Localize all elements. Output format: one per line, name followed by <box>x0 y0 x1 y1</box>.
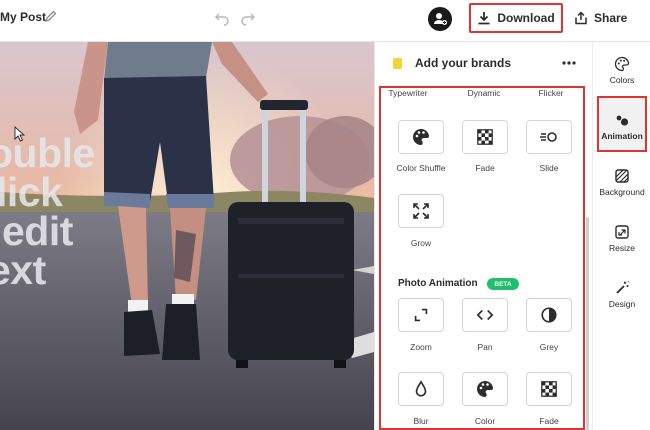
anim-label-dynamic[interactable]: Dynamic <box>454 88 514 98</box>
anim-tile-grow[interactable] <box>398 194 444 228</box>
rail-label: Background <box>599 187 645 197</box>
anim-label: Color Shuffle <box>396 163 446 173</box>
rail-label: Resize <box>609 243 635 253</box>
animation-icon <box>616 115 629 126</box>
anim-tile-zoom[interactable] <box>398 298 444 332</box>
palette-outline-icon <box>614 56 630 72</box>
download-label: Download <box>497 11 555 25</box>
anim-label: Slide <box>539 163 559 173</box>
half-circle-icon <box>541 307 557 323</box>
overlay-line: lick <box>0 169 63 215</box>
post-title[interactable]: My Post <box>0 10 46 24</box>
undo-icon[interactable] <box>214 10 230 26</box>
overlay-line: ext <box>0 247 46 293</box>
rail-item-resize[interactable]: Resize <box>593 224 650 253</box>
panel-title[interactable]: Add your brands <box>415 56 511 70</box>
slide-icon <box>540 132 557 142</box>
more-options-icon[interactable] <box>561 56 577 70</box>
anim-tile-blur[interactable] <box>398 372 444 406</box>
panel-scrollbar[interactable] <box>586 217 589 430</box>
resize-icon <box>615 225 629 239</box>
anim-tile-grey[interactable] <box>526 298 572 332</box>
background-hatch-icon <box>615 169 629 183</box>
rail-item-background[interactable]: Background <box>593 168 650 197</box>
anim-label: Grow <box>410 238 432 248</box>
beta-badge: BETA <box>487 278 519 290</box>
rail-item-design[interactable]: Design <box>593 280 650 309</box>
photo-animation-heading: Photo Animation <box>398 278 478 289</box>
rail-label: Colors <box>609 75 635 85</box>
anim-label: Grey <box>539 342 559 352</box>
share-button[interactable]: Share <box>574 7 627 29</box>
checker-icon <box>477 129 493 145</box>
share-icon <box>575 11 587 25</box>
anim-tile-color-shuffle[interactable] <box>398 120 444 154</box>
rail-label: Design <box>608 299 636 309</box>
magic-wand-icon <box>616 281 629 294</box>
anim-label: Color <box>474 416 496 426</box>
user-plus-icon <box>434 13 447 25</box>
redo-icon[interactable] <box>240 10 256 26</box>
anim-label: Fade <box>475 163 495 173</box>
overlay-line: edit <box>2 208 73 254</box>
rail-item-colors[interactable]: Colors <box>593 56 650 85</box>
download-icon <box>478 12 490 25</box>
drop-icon <box>415 380 427 397</box>
animation-options-list[interactable]: Typewriter Dynamic Flicker Color Shuffle… <box>379 86 585 430</box>
anim-tile-fade[interactable] <box>462 120 508 154</box>
share-label: Share <box>594 11 628 25</box>
top-bar: My Post Download Share <box>0 0 650 42</box>
anim-label: Fade <box>539 416 559 426</box>
design-canvas[interactable]: ouble lick edit ext <box>0 42 374 430</box>
palette-icon <box>477 380 493 397</box>
anim-tile-pan[interactable] <box>462 298 508 332</box>
panel-header: Add your brands <box>375 42 593 84</box>
pencil-icon[interactable] <box>44 9 58 23</box>
rail-item-animation[interactable]: Animation <box>593 112 650 141</box>
pan-arrows-icon <box>476 309 494 321</box>
anim-label-typewriter[interactable]: Typewriter <box>381 88 438 98</box>
right-tool-rail: Colors Animation Background Resize Desig… <box>592 42 650 430</box>
palette-icon <box>413 128 429 145</box>
anim-label: Zoom <box>410 342 432 352</box>
animation-panel: Add your brands Typewriter Dynamic Flick… <box>374 42 592 430</box>
overlay-text[interactable]: ouble lick edit ext <box>0 133 95 293</box>
mouse-cursor-icon <box>14 126 26 142</box>
brand-icon <box>393 58 402 69</box>
anim-label-flicker[interactable]: Flicker <box>521 88 581 98</box>
anim-label: Pan <box>477 342 493 352</box>
zoom-corner-icon <box>414 308 428 322</box>
checker-icon <box>541 381 557 397</box>
anim-tile-slide[interactable] <box>526 120 572 154</box>
download-button[interactable]: Download <box>469 3 563 33</box>
anim-label: Blur <box>413 416 429 426</box>
expand-icon <box>413 203 429 219</box>
avatar[interactable] <box>428 7 452 31</box>
anim-tile-photo-fade[interactable] <box>526 372 572 406</box>
anim-tile-color[interactable] <box>462 372 508 406</box>
rail-label: Animation <box>601 131 643 141</box>
